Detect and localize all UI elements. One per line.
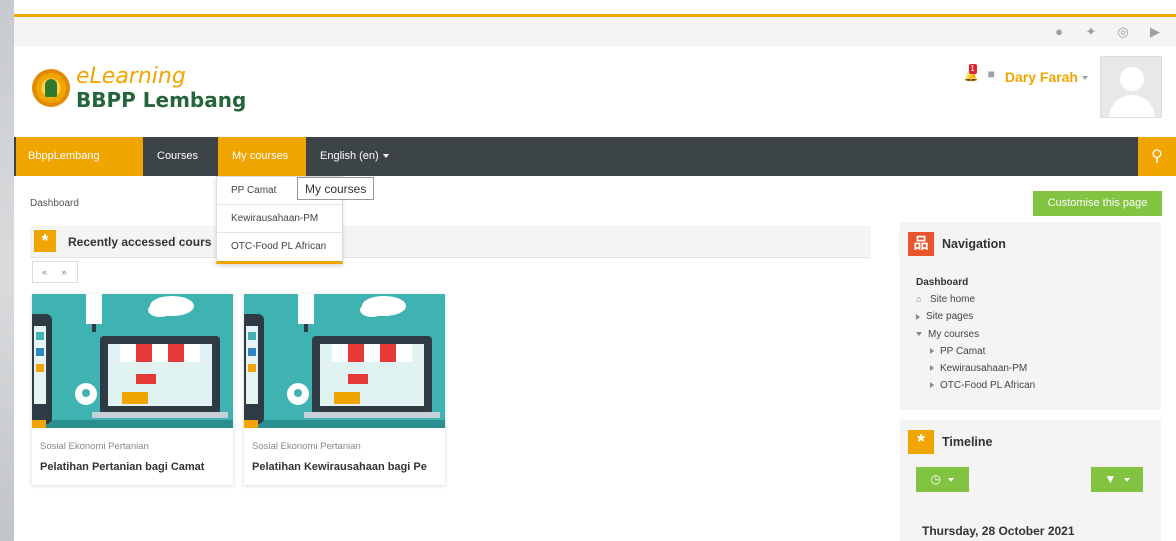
nav-language-label: English (en): [320, 150, 379, 162]
course-title[interactable]: Pelatihan Pertanian bagi Camat: [40, 461, 233, 473]
nav-my-courses-label: My courses: [232, 150, 289, 162]
course-card[interactable]: Sosial Ekonomi Pertanian Pelatihan Kewir…: [244, 294, 445, 485]
top-bar: ● ✦ ◎ ▶: [14, 14, 1176, 46]
user-menu[interactable]: Dary Farah: [1005, 69, 1088, 85]
tooltip: My courses: [297, 177, 375, 200]
course-image: [244, 294, 445, 428]
nav-courses-label: Courses: [157, 150, 198, 162]
user-name: Dary Farah: [1004, 69, 1078, 85]
asterisk-icon: *: [34, 230, 56, 252]
timeline-filter-button[interactable]: ▼: [1091, 467, 1143, 492]
logo-emblem-icon: [32, 69, 70, 107]
chevron-down-icon: [161, 193, 167, 198]
nav-tree-course[interactable]: PP Camat: [916, 343, 1035, 360]
timeline-date: Thursday, 28 October 2021: [922, 524, 1075, 538]
notification-badge: 1: [968, 64, 977, 74]
home-icon: ⌂: [916, 294, 922, 305]
nav-language[interactable]: English (en): [306, 137, 406, 176]
chevron-right-icon: [930, 382, 934, 389]
notification-bell-icon[interactable]: 🔔 1: [964, 64, 980, 82]
breadcrumb[interactable]: Dashboard: [30, 198, 79, 209]
chevron-down-icon: [916, 331, 922, 336]
recent-courses-header: * Recently accessed cours: [30, 226, 871, 258]
nav-courses[interactable]: Courses: [143, 137, 218, 198]
messages-icon[interactable]: ■: [988, 67, 995, 81]
chevron-right-icon: [916, 313, 920, 320]
search-icon[interactable]: ⚲: [1138, 137, 1176, 176]
sitemap-icon: 品: [908, 232, 934, 256]
site-logo[interactable]: eLearning BBPP Lembang: [32, 66, 246, 110]
timeline-block: * Timeline ◷ ▼ Thursday, 28 October 2021: [900, 420, 1161, 541]
customise-page-button[interactable]: Customise this page: [1033, 191, 1162, 216]
nav-home[interactable]: BbppLembang Home: [16, 137, 143, 201]
chevron-down-icon: [382, 154, 389, 159]
user-area: 🔔 1 ■ Dary Farah: [964, 56, 1162, 118]
pager-buttons[interactable]: « »: [32, 261, 78, 283]
nav-tree-course[interactable]: OTC-Food PL African: [916, 377, 1035, 394]
clock-icon: ◷: [930, 472, 942, 486]
timeline-title: Timeline: [942, 435, 993, 449]
main-navbar: BbppLembang Home Courses My courses Engl…: [14, 137, 1176, 201]
chevron-right-icon: [930, 365, 934, 372]
header: eLearning BBPP Lembang 🔔 1 ■ Dary Farah: [14, 46, 1176, 137]
course-card[interactable]: Sosial Ekonomi Pertanian Pelatihan Perta…: [32, 294, 233, 485]
course-image: [32, 294, 233, 428]
logo-title: eLearning: [76, 64, 186, 89]
facebook-icon[interactable]: ●: [1052, 25, 1066, 39]
nav-my-courses[interactable]: My courses: [218, 137, 306, 198]
filter-icon: ▼: [1104, 472, 1117, 486]
twitter-icon[interactable]: ✦: [1084, 25, 1098, 39]
dropdown-item-kewirausahaan[interactable]: Kewirausahaan-PM: [217, 205, 342, 233]
nav-tree-site-pages[interactable]: Site pages: [916, 308, 1035, 325]
asterisk-icon: *: [908, 430, 934, 454]
social-links: ● ✦ ◎ ▶: [1052, 25, 1162, 39]
left-edge: [0, 0, 14, 541]
page: ● ✦ ◎ ▶ eLearning BBPP Lembang 🔔 1 ■ Dary…: [14, 0, 1176, 541]
nav-tree-dashboard[interactable]: Dashboard: [916, 274, 1035, 291]
navigation-block: 品 Navigation Dashboard ⌂ Site home Site p…: [900, 222, 1161, 410]
youtube-icon[interactable]: ▶: [1148, 25, 1162, 39]
nav-tree-course[interactable]: Kewirausahaan-PM: [916, 360, 1035, 377]
chevron-down-icon: [1123, 477, 1130, 482]
timeline-sort-button[interactable]: ◷: [916, 467, 969, 492]
logo-subtitle: BBPP Lembang: [76, 88, 247, 112]
course-category: Sosial Ekonomi Pertanian: [252, 441, 361, 452]
nav-tree-my-courses[interactable]: My courses: [916, 326, 1035, 343]
nav-tree-site-home[interactable]: ⌂ Site home: [916, 291, 1035, 308]
navigation-tree: Dashboard ⌂ Site home Site pages My cours…: [916, 274, 1035, 394]
avatar[interactable]: [1100, 56, 1162, 118]
chevron-right-icon: [930, 348, 934, 355]
course-category: Sosial Ekonomi Pertanian: [40, 441, 149, 452]
course-title[interactable]: Pelatihan Kewirausahaan bagi Pe: [252, 461, 445, 473]
chevron-down-icon: [1082, 76, 1088, 81]
dropdown-item-otc-food[interactable]: OTC-Food PL African: [217, 233, 342, 261]
chevron-down-icon: [948, 477, 955, 482]
navigation-title: Navigation: [942, 237, 1006, 251]
instagram-icon[interactable]: ◎: [1116, 25, 1130, 39]
recent-courses-title: Recently accessed cours: [68, 235, 212, 249]
